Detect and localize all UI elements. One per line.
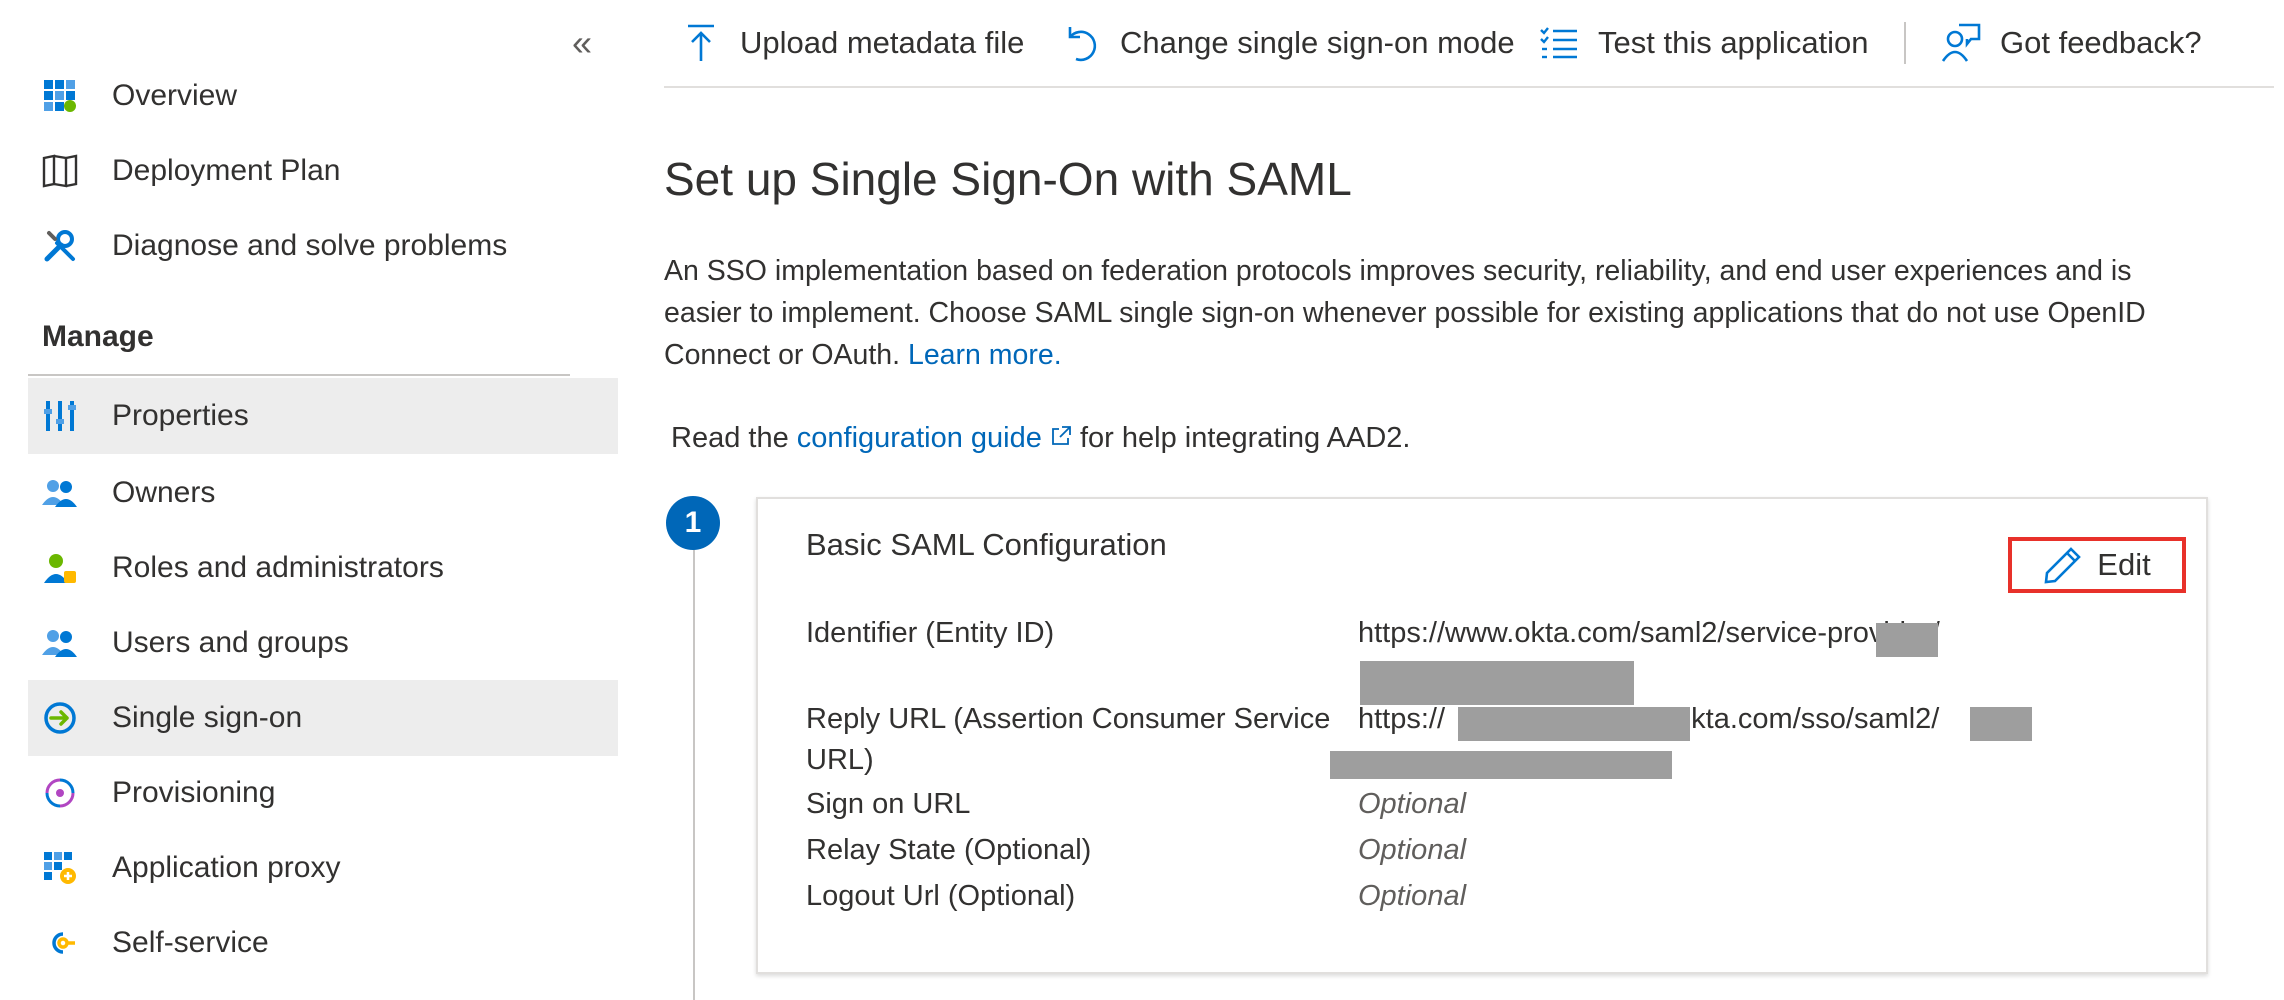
step-number-badge: 1 <box>666 496 720 550</box>
logout-url-value: Optional <box>1358 880 1467 912</box>
section-divider <box>28 374 570 376</box>
sidebar-item-label: Owners <box>112 476 216 509</box>
guide-suffix: for help integrating AAD2. <box>1079 422 1411 454</box>
sidebar-item-label: Single sign-on <box>112 701 303 734</box>
reply-url-label-line: URL) <box>806 744 874 776</box>
reply-url-label: Reply URL (Assertion Consumer Service UR… <box>806 699 1330 781</box>
command-bar: Upload metadata file Change single sign-… <box>664 0 2274 88</box>
provisioning-icon <box>40 773 80 813</box>
page-title: Set up Single Sign-On with SAML <box>664 153 1352 205</box>
sidebar-item-label: Self-service <box>112 926 269 959</box>
redacted-block <box>1970 707 2032 741</box>
change-mode-label: Change single sign-on mode <box>1120 25 1515 60</box>
book-icon <box>40 151 80 191</box>
sidebar-item-application-proxy[interactable]: Application proxy <box>28 830 618 906</box>
sidebar-item-diagnose[interactable]: Diagnose and solve problems <box>28 208 618 284</box>
sidebar-item-overview[interactable]: Overview <box>28 58 618 134</box>
identifier-value: https://www.okta.com/saml2/service-provi… <box>1358 613 1940 654</box>
sidebar-item-label: Overview <box>112 79 238 112</box>
description-line-3: Connect or OAuth. Learn more. <box>664 334 2274 376</box>
description-line: easier to implement. Choose SAML single … <box>664 297 2146 329</box>
redacted-block <box>1458 707 1690 741</box>
configuration-guide-line: Read the configuration guide for help in… <box>671 422 1410 455</box>
sidebar-item-properties[interactable]: Properties <box>28 378 618 454</box>
roles-icon <box>40 548 80 588</box>
sso-icon <box>40 698 80 738</box>
basic-saml-configuration-card: Basic SAML Configuration Edit Identifier… <box>756 497 2208 974</box>
change-sso-mode-button[interactable]: Change single sign-on mode <box>1060 18 1515 68</box>
sidebar-item-deployment-plan[interactable]: Deployment Plan <box>28 133 618 209</box>
relay-state-label: Relay State (Optional) <box>806 834 1092 866</box>
upload-label: Upload metadata file <box>740 25 1025 60</box>
sidebar-item-owners[interactable]: Owners <box>28 455 618 531</box>
sidebar-item-label: Properties <box>112 399 249 432</box>
feedback-label: Got feedback? <box>2000 25 2202 60</box>
sign-on-url-value: Optional <box>1358 788 1467 820</box>
guide-prefix: Read the <box>671 422 789 454</box>
owners-icon <box>40 473 80 513</box>
step-connector <box>693 540 695 1000</box>
manage-section-header: Manage <box>42 320 154 353</box>
redacted-block <box>1876 623 1938 657</box>
grid-icon <box>40 76 80 116</box>
self-service-icon <box>40 923 80 963</box>
sidebar-item-users-groups[interactable]: Users and groups <box>28 605 618 681</box>
test-application-button[interactable]: Test this application <box>1538 18 1869 68</box>
sidebar: « Overview Deployment Plan Diagnose and … <box>0 0 640 1000</box>
description-line: An SSO implementation based on federatio… <box>664 255 2132 287</box>
sidebar-item-provisioning[interactable]: Provisioning <box>28 755 618 831</box>
learn-more-link[interactable]: Learn more. <box>908 339 1062 371</box>
sidebar-item-single-sign-on[interactable]: Single sign-on <box>28 680 618 756</box>
sidebar-item-label: Users and groups <box>112 626 349 659</box>
pencil-icon <box>2044 547 2082 584</box>
sidebar-item-label: Diagnose and solve problems <box>112 229 508 262</box>
sidebar-item-label: Roles and administrators <box>112 551 444 584</box>
edit-label: Edit <box>2097 547 2151 582</box>
reply-url-suffix: okta.com/sso/saml2/ <box>1675 703 1940 735</box>
properties-icon <box>40 396 80 436</box>
edit-button[interactable]: Edit <box>2008 537 2186 593</box>
test-label: Test this application <box>1598 25 1869 60</box>
description: An SSO implementation based on federatio… <box>664 250 2274 376</box>
identifier-value-text: https://www.okta.com/saml2/service-provi… <box>1358 617 1940 649</box>
relay-state-value: Optional <box>1358 834 1467 866</box>
description-text: Connect or OAuth. <box>664 339 901 371</box>
logout-url-label: Logout Url (Optional) <box>806 880 1076 912</box>
redacted-block <box>1330 751 1672 779</box>
sidebar-item-self-service[interactable]: Self-service <box>28 905 618 981</box>
wrench-icon <box>40 226 80 266</box>
app-proxy-icon <box>40 848 80 888</box>
sidebar-item-label: Application proxy <box>112 851 341 884</box>
card-title: Basic SAML Configuration <box>806 527 1167 562</box>
feedback-button[interactable]: Got feedback? <box>1940 18 2202 68</box>
configuration-guide-link[interactable]: configuration guide <box>797 422 1042 454</box>
sign-on-url-label: Sign on URL <box>806 788 971 820</box>
users-icon <box>40 623 80 663</box>
feedback-icon <box>1940 22 1982 64</box>
reply-url-label-line: Reply URL (Assertion Consumer Service <box>806 703 1331 735</box>
upload-metadata-button[interactable]: Upload metadata file <box>680 18 1024 68</box>
sidebar-item-label: Deployment Plan <box>112 154 341 187</box>
reply-url-prefix: https:// <box>1358 703 1446 735</box>
identifier-label: Identifier (Entity ID) <box>806 617 1055 649</box>
external-link-icon <box>1050 422 1080 454</box>
sidebar-item-label: Provisioning <box>112 776 276 809</box>
sidebar-item-roles[interactable]: Roles and administrators <box>28 530 618 606</box>
upload-icon <box>680 22 722 64</box>
undo-icon <box>1060 22 1102 64</box>
toolbar-divider <box>1904 22 1906 64</box>
list-check-icon <box>1538 22 1580 64</box>
